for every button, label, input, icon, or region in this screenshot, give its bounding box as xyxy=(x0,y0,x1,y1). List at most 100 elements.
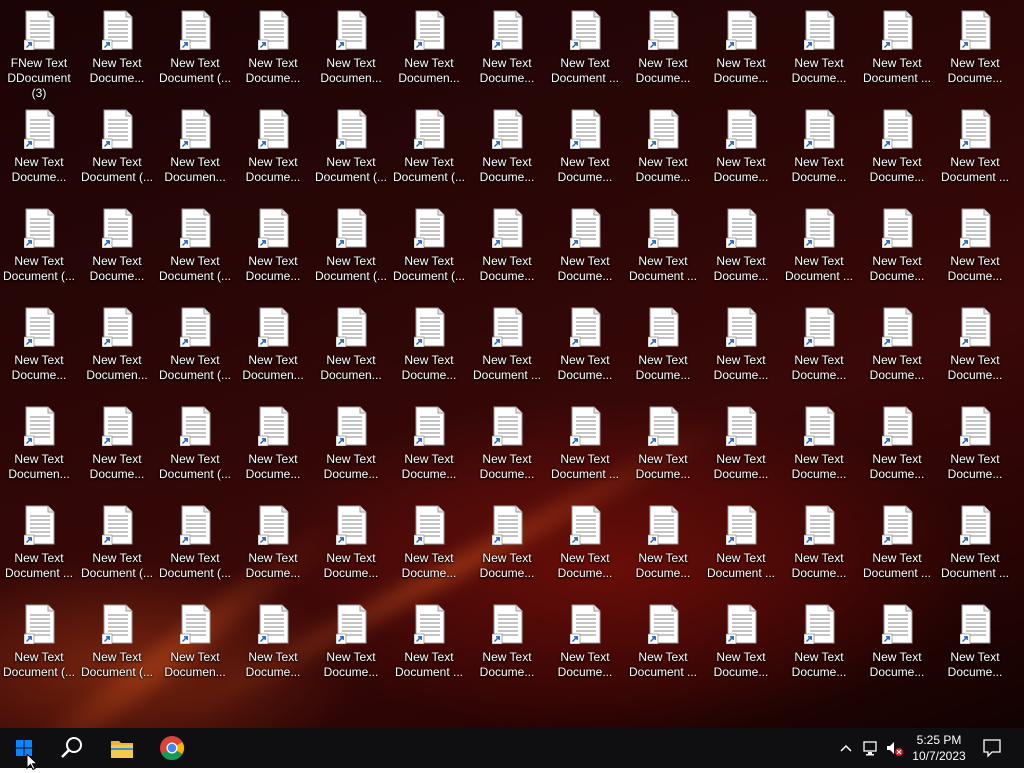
desktop-icon-text-document[interactable]: New Text Docume... xyxy=(936,198,1014,294)
desktop-icon-text-document[interactable]: New Text Documen... xyxy=(156,594,234,690)
desktop-icon-text-document[interactable]: New Text Document ... xyxy=(546,396,624,492)
desktop-icon-text-document[interactable]: New Text Docume... xyxy=(936,297,1014,393)
desktop-icon-text-document[interactable]: New Text Docume... xyxy=(234,594,312,690)
desktop-icon-text-document[interactable]: New Text Docume... xyxy=(0,99,78,195)
desktop-icon-text-document[interactable]: New Text Docume... xyxy=(936,594,1014,690)
desktop-icon-text-document[interactable]: New Text Docume... xyxy=(468,594,546,690)
desktop-icon-text-document[interactable]: New Text Document (... xyxy=(156,198,234,294)
desktop-icon-text-document[interactable]: New Text Docume... xyxy=(858,594,936,690)
desktop-icon-text-document[interactable]: New Text Documen... xyxy=(312,0,390,96)
desktop-icon-text-document[interactable]: New Text Document (... xyxy=(0,198,78,294)
desktop-icon-text-document[interactable]: New Text Docume... xyxy=(312,594,390,690)
volume-muted-icon[interactable] xyxy=(884,738,906,758)
desktop-icon-text-document[interactable]: New Text Documen... xyxy=(234,297,312,393)
desktop-icon-text-document[interactable]: New Text Docume... xyxy=(234,0,312,96)
desktop-icon-text-document[interactable]: New Text Documen... xyxy=(156,99,234,195)
file-explorer-button[interactable] xyxy=(98,728,146,768)
chrome-button[interactable] xyxy=(148,728,196,768)
desktop-icon-text-document[interactable]: New Text Docume... xyxy=(390,297,468,393)
desktop-icon-text-document[interactable]: New Text Docume... xyxy=(780,0,858,96)
desktop-icon-text-document[interactable]: New Text Docume... xyxy=(546,198,624,294)
desktop-icon-text-document[interactable]: New Text Docume... xyxy=(0,297,78,393)
desktop-icon-text-document[interactable]: New Text Docume... xyxy=(624,0,702,96)
desktop-icon-text-document[interactable]: New Text Document ... xyxy=(390,594,468,690)
desktop-icon-text-document[interactable]: New Text Document ... xyxy=(702,495,780,591)
desktop-icon-text-document[interactable]: New Text Docume... xyxy=(546,495,624,591)
desktop-icon-text-document[interactable]: New Text Docume... xyxy=(780,99,858,195)
desktop-icon-text-document[interactable]: New Text Document (... xyxy=(78,495,156,591)
notification-icon[interactable] xyxy=(982,738,1002,758)
desktop-icon-text-document[interactable]: New Text Document (... xyxy=(78,594,156,690)
desktop-icon-text-document[interactable]: New Text Docume... xyxy=(702,594,780,690)
desktop-icon-text-document[interactable]: New Text Documen... xyxy=(78,297,156,393)
desktop-icon-text-document[interactable]: New Text Docume... xyxy=(468,495,546,591)
desktop-icon-text-document[interactable]: New Text Docume... xyxy=(936,396,1014,492)
desktop-icon-text-document[interactable]: New Text Document (... xyxy=(312,99,390,195)
desktop-icon-text-document[interactable]: New Text Docume... xyxy=(312,495,390,591)
desktop-icon-text-document[interactable]: New Text Docume... xyxy=(936,0,1014,96)
desktop-icon-text-document[interactable]: New Text Document (... xyxy=(156,297,234,393)
desktop-icon-text-document[interactable]: New Text Documen... xyxy=(312,297,390,393)
desktop-icon-text-document[interactable]: New Text Documen... xyxy=(390,0,468,96)
desktop-icon-text-document[interactable]: New Text Docume... xyxy=(468,99,546,195)
desktop-icon-text-document[interactable]: New Text Document (... xyxy=(156,495,234,591)
desktop-icon-text-document[interactable]: New Text Docume... xyxy=(780,396,858,492)
desktop-icon-text-document[interactable]: New Text Docume... xyxy=(468,198,546,294)
desktop-icon-text-document[interactable]: New Text Document (... xyxy=(78,99,156,195)
desktop-icon-text-document[interactable]: New Text Docume... xyxy=(624,99,702,195)
desktop-icon-text-document[interactable]: New Text Documen... xyxy=(0,396,78,492)
desktop-icon-text-document[interactable]: New Text Docume... xyxy=(234,495,312,591)
search-button[interactable] xyxy=(48,728,96,768)
desktop-icon-text-document[interactable]: New Text Docume... xyxy=(858,99,936,195)
desktop-icon-text-document[interactable]: New Text Document (... xyxy=(156,0,234,96)
desktop-icon-text-document[interactable]: FNew Text DDocument (3) xyxy=(0,0,78,100)
desktop-icon-text-document[interactable]: New Text Document (... xyxy=(390,198,468,294)
start-button[interactable] xyxy=(0,728,48,768)
desktop-icon-text-document[interactable]: New Text Docume... xyxy=(78,396,156,492)
desktop-icon-text-document[interactable]: New Text Docume... xyxy=(702,0,780,96)
desktop-icon-text-document[interactable]: New Text Docume... xyxy=(858,198,936,294)
desktop-icon-text-document[interactable]: New Text Docume... xyxy=(312,396,390,492)
desktop-icon-text-document[interactable]: New Text Docume... xyxy=(624,396,702,492)
desktop-icon-text-document[interactable]: New Text Document (... xyxy=(390,99,468,195)
desktop-icon-text-document[interactable]: New Text Docume... xyxy=(858,297,936,393)
desktop-icon-text-document[interactable]: New Text Document ... xyxy=(624,594,702,690)
network-icon[interactable] xyxy=(862,738,880,758)
desktop-icon-text-document[interactable]: New Text Docume... xyxy=(702,396,780,492)
desktop-icon-text-document[interactable]: New Text Docume... xyxy=(624,495,702,591)
chevron-up-icon[interactable] xyxy=(838,738,854,758)
desktop-icon-text-document[interactable]: New Text Document ... xyxy=(858,495,936,591)
desktop-icon-text-document[interactable]: New Text Docume... xyxy=(780,297,858,393)
desktop-icon-text-document[interactable]: New Text Docume... xyxy=(234,99,312,195)
desktop-icon-text-document[interactable]: New Text Docume... xyxy=(780,495,858,591)
desktop-icon-text-document[interactable]: New Text Docume... xyxy=(468,396,546,492)
desktop-icon-text-document[interactable]: New Text Document ... xyxy=(0,495,78,591)
desktop-icon-text-document[interactable]: New Text Docume... xyxy=(702,99,780,195)
desktop[interactable]: FNew Text DDocument (3) New Text Docume..… xyxy=(0,0,1024,728)
desktop-icon-text-document[interactable]: New Text Docume... xyxy=(234,396,312,492)
desktop-icon-text-document[interactable]: New Text Docume... xyxy=(546,297,624,393)
desktop-icon-text-document[interactable]: New Text Document ... xyxy=(936,495,1014,591)
desktop-icon-text-document[interactable]: New Text Docume... xyxy=(702,297,780,393)
desktop-icon-text-document[interactable]: New Text Docume... xyxy=(390,396,468,492)
clock[interactable]: 5:25 PM 10/7/2023 xyxy=(906,732,972,764)
desktop-icon-text-document[interactable]: New Text Document (... xyxy=(0,594,78,690)
desktop-icon-text-document[interactable]: New Text Docume... xyxy=(390,495,468,591)
desktop-icon-text-document[interactable]: New Text Docume... xyxy=(234,198,312,294)
desktop-icon-text-document[interactable]: New Text Document ... xyxy=(936,99,1014,195)
desktop-icon-text-document[interactable]: New Text Docume... xyxy=(624,297,702,393)
desktop-icon-text-document[interactable]: New Text Document ... xyxy=(468,297,546,393)
desktop-icon-text-document[interactable]: New Text Docume... xyxy=(78,198,156,294)
desktop-icon-text-document[interactable]: New Text Document (... xyxy=(156,396,234,492)
desktop-icon-text-document[interactable]: New Text Docume... xyxy=(546,99,624,195)
desktop-icon-text-document[interactable]: New Text Docume... xyxy=(702,198,780,294)
desktop-icon-text-document[interactable]: New Text Docume... xyxy=(780,594,858,690)
desktop-icon-text-document[interactable]: New Text Document ... xyxy=(624,198,702,294)
desktop-icon-text-document[interactable]: New Text Docume... xyxy=(468,0,546,96)
desktop-icon-text-document[interactable]: New Text Document ... xyxy=(780,198,858,294)
desktop-icon-text-document[interactable]: New Text Document ... xyxy=(858,0,936,96)
desktop-icon-text-document[interactable]: New Text Docume... xyxy=(546,594,624,690)
desktop-icon-text-document[interactable]: New Text Docume... xyxy=(858,396,936,492)
desktop-icon-text-document[interactable]: New Text Document ... xyxy=(546,0,624,96)
desktop-icon-text-document[interactable]: New Text Docume... xyxy=(78,0,156,96)
